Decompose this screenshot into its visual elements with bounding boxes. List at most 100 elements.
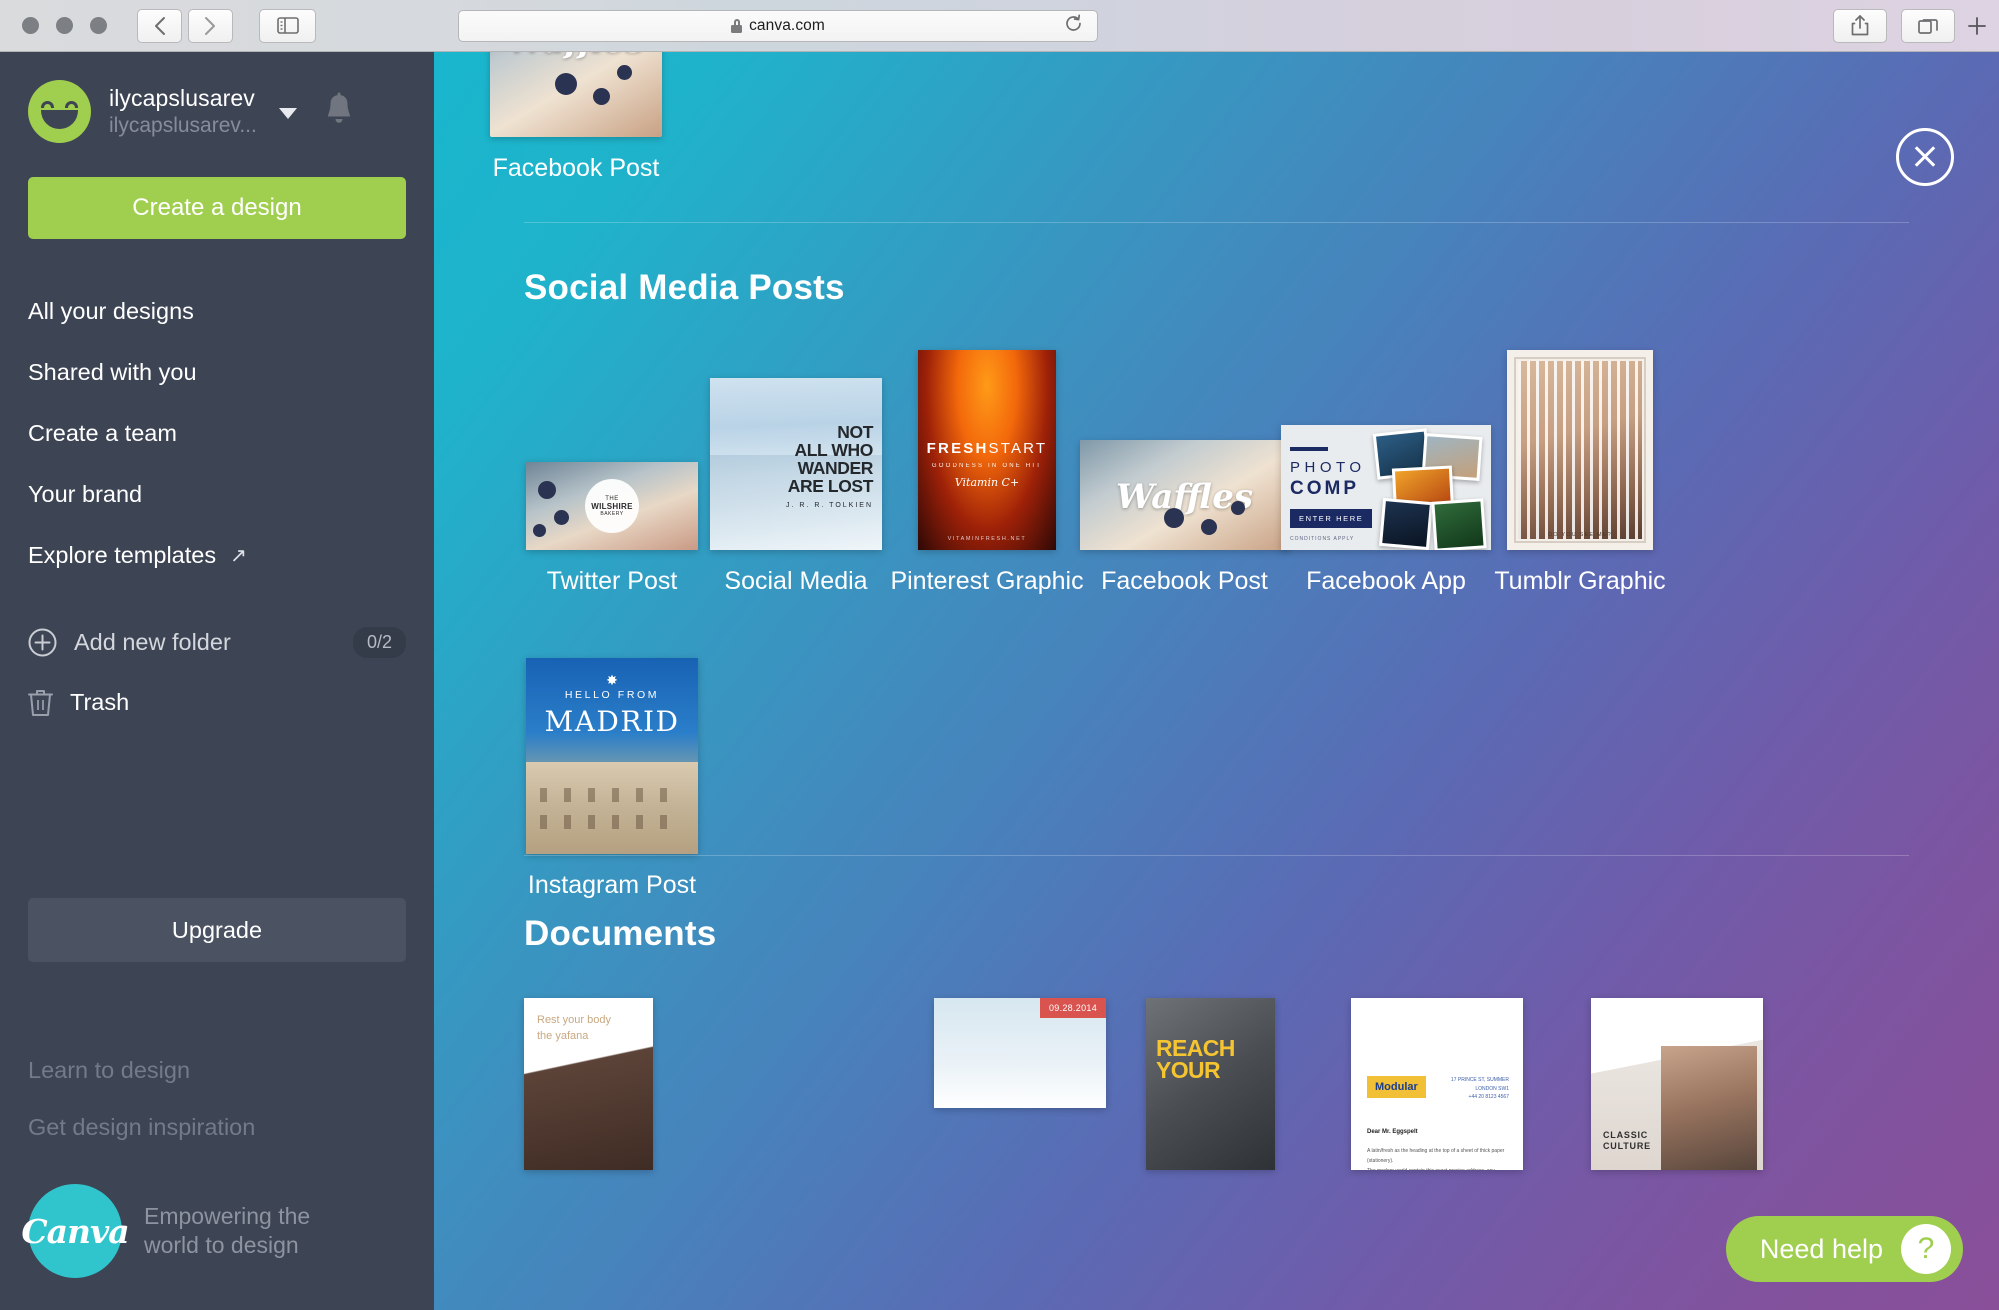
design-thumbnail[interactable]: FRESHSTART GOODNESS IN ONE HIT Vitamin C… [918,350,1056,550]
sidebar-item-label: Create a team [28,420,177,446]
quote-line-4: ARE LOST [787,475,874,496]
design-thumbnail[interactable]: THE WILSHIRE BAKERY [526,462,698,550]
design-card-modular-letter[interactable]: Modular 17 PRINCE ST, SUMMER LONDON SW1 … [1351,998,1591,1170]
sidebar-item-your-brand[interactable]: Your brand [0,464,434,525]
sidebar-item-create-a-team[interactable]: Create a team [0,403,434,464]
modular-salutation: Dear Mr. Eggspelt [1367,1129,1418,1135]
maximize-window-button[interactable] [90,17,107,34]
classic-line-1: CLASSIC [1603,1130,1649,1141]
social-media-posts-section: Social Media Posts THE WILSHIRE BAKERY T… [434,268,1999,900]
design-card-pinterest-graphic[interactable]: FRESHSTART GOODNESS IN ONE HIT Vitamin C… [890,350,1084,596]
design-card-classic-culture[interactable]: CLASSIC CULTURE [1591,998,1791,1170]
design-thumbnail[interactable]: CLASSIC CULTURE [1591,998,1763,1170]
show-tabs-button[interactable] [1901,8,1955,43]
url-text: canva.com [749,16,825,34]
design-thumbnail[interactable]: ✸ HELLO FROM MADRID [526,658,698,854]
folder-section: Add new folder 0/2 Trash [0,612,434,732]
sidebar-item-all-your-designs[interactable]: All your designs [0,281,434,342]
reach-line-2: YOUR [1156,1056,1221,1083]
photocomp-line-1: PHOTO [1290,459,1366,476]
sidebar-nav-list: All your designs Shared with you Create … [0,281,434,586]
sidebar-item-label: Shared with you [28,359,197,385]
design-card-tumblr-graphic[interactable]: DO YOU SEE ME? Tumblr Graphic [1485,350,1675,596]
top-partial-item[interactable]: Waffles Facebook Post [490,52,662,183]
design-card-reach-document[interactable]: REACH YOUR [1146,998,1351,1170]
learn-to-design-link[interactable]: Learn to design [28,1057,255,1084]
quote-line-3: WANDER [797,457,874,478]
close-window-button[interactable] [22,17,39,34]
address-bar[interactable]: canva.com [458,9,1098,42]
design-card-facebook-app[interactable]: PHOTO COMP ENTER HERE CONDITIONS APPLY F… [1281,425,1491,596]
bell-icon [327,92,350,123]
design-thumbnail[interactable]: DO YOU SEE ME? [1507,350,1653,550]
design-card-social-media[interactable]: NOT ALL WHO WANDER ARE LOST J. R. R. TOL… [700,378,892,596]
address-bar-content: canva.com [731,17,825,35]
design-thumbnail[interactable]: 09.28.2014 [934,998,1106,1108]
sidebar-item-label: Explore templates [28,542,217,568]
design-thumbnail[interactable]: PHOTO COMP ENTER HERE CONDITIONS APPLY [1281,425,1491,550]
design-label: Facebook Post [492,154,660,182]
thumbnail-art-text: CLASSIC CULTURE [1603,1130,1651,1152]
design-card-twitter-post[interactable]: THE WILSHIRE BAKERY Twitter Post [524,462,700,596]
design-card-spa-document[interactable]: Rest your body the yafana spa way. [524,998,934,1170]
share-icon [1851,15,1869,36]
sidebar-toggle-button[interactable] [259,8,316,43]
need-help-button[interactable]: Need help ? [1725,1216,1963,1282]
sidebar: ilycapslusarev ilycapslusarev... Create … [0,52,434,1310]
chevron-down-icon[interactable] [278,108,297,119]
thumbnail-art-text: FRESHSTART GOODNESS IN ONE HIT Vitamin C… [918,440,1056,489]
thumbnail-art-text: PHOTO COMP ENTER HERE CONDITIONS APPLY [1290,447,1373,542]
design-thumbnail[interactable]: Waffles [490,52,662,137]
add-new-folder-label: Add new folder [74,628,231,655]
section-divider [524,222,1909,223]
minimize-window-button[interactable] [56,17,73,34]
thumbnail-row: THE WILSHIRE BAKERY Twitter Post NOT ALL… [524,350,1909,596]
user-meta: ilycapslusarev ilycapslusarev... [109,85,257,138]
create-a-design-button[interactable]: Create a design [28,177,406,239]
sidebar-item-shared-with-you[interactable]: Shared with you [0,342,434,403]
reload-button[interactable] [1064,14,1083,38]
design-card-facebook-post[interactable]: Waffles Facebook Post [1079,440,1290,596]
plus-icon [1968,17,1986,35]
sidebar-item-explore-templates[interactable]: Explore templates ↗ [0,525,434,586]
star-icon: ✸ [606,672,618,688]
documents-section: Documents Rest your body the yafana spa … [434,914,1999,1170]
classic-line-2: CULTURE [1603,1141,1651,1152]
forward-button[interactable] [188,8,233,43]
share-button[interactable] [1833,8,1887,43]
trash-button[interactable]: Trash [0,672,434,732]
thumbnail-row: Rest your body the yafana spa way. 09.28… [524,998,1909,1170]
user-account-row[interactable]: ilycapslusarev ilycapslusarev... [0,52,434,143]
new-tab-button[interactable] [1955,0,1999,52]
need-help-label: Need help [1759,1233,1883,1264]
window-traffic-lights[interactable] [22,17,107,34]
notifications-button[interactable] [323,92,355,133]
design-thumbnail[interactable]: REACH YOUR [1146,998,1275,1170]
design-thumbnail[interactable]: Waffles [1079,440,1290,550]
chevron-left-icon [155,16,165,35]
upgrade-button[interactable]: Upgrade [28,898,406,962]
design-thumbnail[interactable]: NOT ALL WHO WANDER ARE LOST J. R. R. TOL… [710,378,882,550]
browser-right-buttons [1833,8,1955,43]
quote-attribution: J. R. R. TOLKIEN [786,501,873,509]
date-badge: 09.28.2014 [1039,998,1106,1018]
design-card-instagram-post[interactable]: ✸ HELLO FROM MADRID Instagram Post [524,658,700,900]
design-label: Facebook Post [1101,567,1268,595]
thumbnail-art-text: REACH YOUR [1156,1037,1235,1083]
lock-icon [731,18,743,33]
subtitle: GOODNESS IN ONE HIT [931,463,1043,469]
external-link-icon: ↗ [230,545,247,567]
photocomp-cta: ENTER HERE [1290,509,1373,528]
design-thumbnail[interactable]: Rest your body the yafana spa way. [524,998,653,1170]
sidebar-panel-icon [276,17,299,34]
madrid-line-2: MADRID [544,705,680,738]
back-button[interactable] [137,8,182,43]
sidebar-item-label: All your designs [28,298,194,324]
photocomp-line-2: COMP [1290,478,1359,499]
add-new-folder-button[interactable]: Add new folder 0/2 [0,612,434,672]
close-circle-icon[interactable] [1896,128,1954,186]
get-design-inspiration-link[interactable]: Get design inspiration [28,1114,255,1141]
design-thumbnail[interactable]: Modular 17 PRINCE ST, SUMMER LONDON SW1 … [1351,998,1523,1170]
design-card-snow-document[interactable]: 09.28.2014 [934,998,1146,1108]
canva-logo: Canva [21,1184,130,1278]
